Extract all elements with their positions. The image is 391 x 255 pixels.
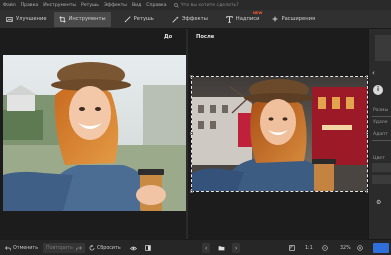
selection-frame[interactable] xyxy=(191,76,368,192)
reset-label: Сбросить xyxy=(97,245,121,251)
folder-icon xyxy=(218,246,225,251)
before-image xyxy=(3,55,186,211)
menu-tools[interactable]: Инструменты xyxy=(43,3,76,8)
chevron-right-icon: › xyxy=(235,244,238,252)
before-photo xyxy=(3,55,186,211)
compare-button[interactable] xyxy=(145,243,153,253)
fit-screen-icon xyxy=(289,245,295,251)
resize-handle-bl[interactable] xyxy=(190,190,193,193)
search-icon xyxy=(173,2,179,8)
new-badge: NEW xyxy=(253,11,263,15)
plus-icon xyxy=(273,16,278,22)
zoom-in-button[interactable] xyxy=(357,243,365,253)
before-panel: До xyxy=(0,29,186,239)
before-label: До xyxy=(164,34,173,40)
save-button[interactable] xyxy=(373,243,389,253)
undo-label: Отменить xyxy=(13,245,39,251)
side-panel-slider-1[interactable] xyxy=(372,116,391,117)
prev-image-button[interactable]: ‹ xyxy=(202,243,211,253)
tab-effects[interactable]: Эффекты xyxy=(167,12,213,27)
redo-label: Повторить xyxy=(46,245,73,251)
tab-extensions-label: Расширения xyxy=(281,16,316,22)
redo-button[interactable]: Повторить xyxy=(43,243,85,253)
zoom-ratio-button[interactable]: 1:1 xyxy=(305,243,313,253)
reset-button[interactable]: Сбросить xyxy=(89,243,121,253)
tab-retouch[interactable]: Ретушь xyxy=(119,12,159,27)
text-icon xyxy=(226,15,233,23)
side-panel-button-1[interactable] xyxy=(372,163,391,172)
zoom-ratio-label: 1:1 xyxy=(305,245,313,251)
tab-enhance-label: Улучшение xyxy=(16,16,47,22)
enhance-icon xyxy=(6,16,13,22)
side-panel: ‹ i Размы Удале Адапт Цвет ⚙ xyxy=(368,29,391,239)
tab-enhance[interactable]: Улучшение xyxy=(1,12,52,27)
menu-retouch[interactable]: Ретушь xyxy=(81,3,99,8)
side-panel-preview xyxy=(375,35,391,61)
search-field[interactable]: Что вы хотите сделать? xyxy=(173,2,239,8)
bottom-bar: Отменить Повторить Сбросить ‹ › 1:1 32% xyxy=(0,239,391,255)
tab-extensions[interactable]: Расширения xyxy=(267,12,320,27)
tab-tools-label: Инструменты xyxy=(68,16,106,22)
brush-icon xyxy=(124,15,131,22)
menu-bar: Файл Правка Инструменты Ретушь Эффекты В… xyxy=(0,0,391,10)
crop-icon xyxy=(58,15,66,23)
settings-icon[interactable]: ⚙ xyxy=(376,199,381,206)
zoom-percent-label: 32% xyxy=(340,245,351,251)
side-panel-row-3: Адапт xyxy=(373,132,388,137)
menu-file[interactable]: Файл xyxy=(3,3,16,8)
compare-icon xyxy=(145,245,151,251)
zoom-percent: 32% xyxy=(340,243,351,253)
after-panel: После xyxy=(188,29,369,239)
tab-text-label: Надписи xyxy=(235,16,260,22)
main-toolbar: Улучшение Инструменты Ретушь Эффекты Над… xyxy=(0,10,391,29)
fit-screen-button[interactable] xyxy=(289,243,297,253)
reset-icon xyxy=(89,245,95,251)
open-folder-button[interactable] xyxy=(218,243,227,253)
menu-effects[interactable]: Эффекты xyxy=(104,3,127,8)
next-image-button[interactable]: › xyxy=(232,243,241,253)
chevron-left-icon: ‹ xyxy=(205,244,208,252)
menu-help[interactable]: Справка xyxy=(146,3,166,8)
eye-icon xyxy=(130,246,137,250)
redo-icon xyxy=(76,245,82,250)
after-label: После xyxy=(196,34,215,40)
resize-handle-l[interactable] xyxy=(190,132,193,135)
info-icon[interactable]: i xyxy=(373,85,383,95)
chevron-left-icon[interactable]: ‹ xyxy=(372,69,375,77)
menu-edit[interactable]: Правка xyxy=(21,3,38,8)
side-panel-button-2[interactable] xyxy=(372,175,391,184)
resize-handle-tl[interactable] xyxy=(190,75,193,78)
preview-eye-button[interactable] xyxy=(130,243,139,253)
zoom-in-icon xyxy=(357,245,363,251)
tab-retouch-label: Ретушь xyxy=(133,16,154,22)
side-panel-row-1: Размы xyxy=(373,108,389,113)
side-panel-row-2: Удале xyxy=(373,120,388,125)
side-panel-row-4: Цвет xyxy=(373,156,385,161)
undo-button[interactable]: Отменить xyxy=(5,243,38,253)
tab-effects-label: Эффекты xyxy=(181,16,208,22)
tab-tools[interactable]: Инструменты xyxy=(53,11,111,27)
zoom-out-button[interactable] xyxy=(322,243,330,253)
menu-view[interactable]: Вид xyxy=(132,3,141,8)
side-panel-slider-2[interactable] xyxy=(372,140,391,141)
search-placeholder: Что вы хотите сделать? xyxy=(180,2,239,8)
undo-icon xyxy=(5,245,11,250)
wand-icon xyxy=(172,15,179,23)
zoom-out-icon xyxy=(322,245,328,251)
